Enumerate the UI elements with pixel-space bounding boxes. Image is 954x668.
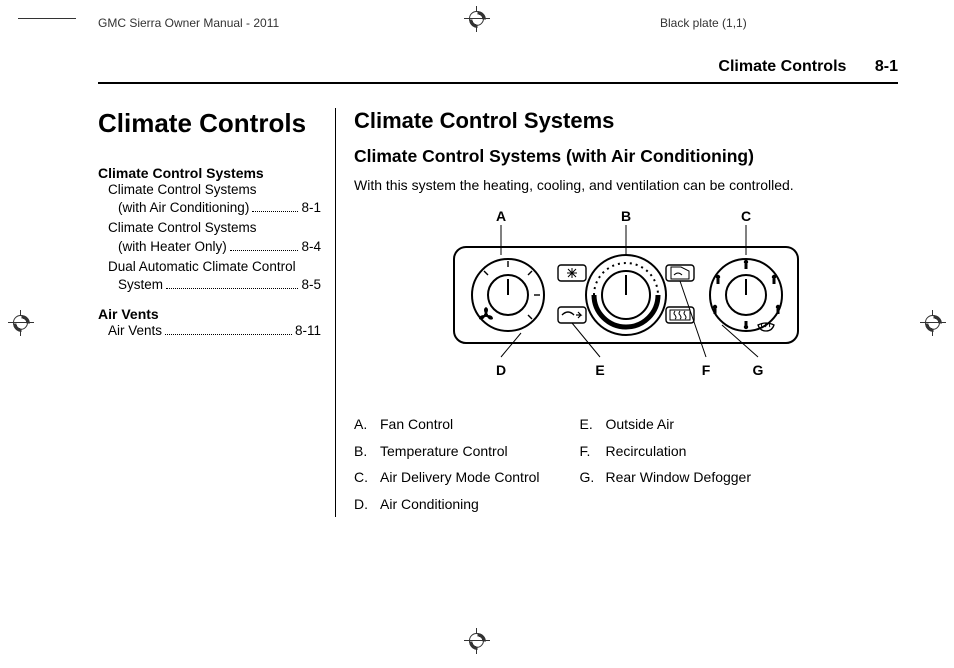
legend-letter: D. xyxy=(354,491,380,518)
callout-letter: B xyxy=(621,208,631,224)
legend-item: A.Fan Control xyxy=(354,411,540,438)
toc-page: 8-5 xyxy=(301,276,321,294)
legend-item: E.Outside Air xyxy=(580,411,752,438)
legend-text: Temperature Control xyxy=(380,438,508,465)
diagram-svg: A B C xyxy=(426,207,826,397)
toc-group-title: Air Vents xyxy=(98,306,321,322)
diagram-legend: A.Fan Control B.Temperature Control C.Ai… xyxy=(354,411,898,517)
legend-text: Recirculation xyxy=(606,438,687,465)
callout-letter: G xyxy=(753,362,764,378)
legend-letter: G. xyxy=(580,464,606,491)
callout-letter: D xyxy=(496,362,506,378)
legend-text: Rear Window Defogger xyxy=(606,464,752,491)
chapter-title: Climate Controls xyxy=(98,108,321,139)
legend-letter: B. xyxy=(354,438,380,465)
legend-item: F.Recirculation xyxy=(580,438,752,465)
ac-button-icon xyxy=(558,265,586,281)
registration-mark-icon xyxy=(464,628,490,654)
legend-item: G.Rear Window Defogger xyxy=(580,464,752,491)
legend-column: A.Fan Control B.Temperature Control C.Ai… xyxy=(354,411,540,517)
toc-label: (with Air Conditioning) xyxy=(118,199,249,217)
toc-label: System xyxy=(118,276,163,294)
climate-panel-diagram: A B C xyxy=(406,207,846,397)
callout-letter: E xyxy=(595,362,604,378)
mode-knob-icon xyxy=(710,259,782,331)
recirc-button-icon xyxy=(666,265,694,281)
fan-knob-icon xyxy=(472,259,544,331)
toc-entry: Dual Automatic Climate Control System 8-… xyxy=(98,258,321,294)
toc-group-title: Climate Control Systems xyxy=(98,165,321,181)
toc-label: Dual Automatic Climate Control xyxy=(108,258,321,276)
toc-page: 8-1 xyxy=(301,199,321,217)
registration-mark-icon xyxy=(920,310,946,336)
toc-label: Air Vents xyxy=(108,322,162,340)
legend-text: Fan Control xyxy=(380,411,453,438)
temperature-knob-icon xyxy=(586,255,666,335)
doc-title: GMC Sierra Owner Manual - 2011 xyxy=(98,16,279,30)
subsection-heading: Climate Control Systems (with Air Condit… xyxy=(354,146,898,167)
legend-letter: E. xyxy=(580,411,606,438)
registration-mark-icon xyxy=(464,6,490,32)
toc-page: 8-4 xyxy=(301,238,321,256)
toc-entry: Climate Control Systems (with Air Condit… xyxy=(98,181,321,217)
legend-item: C.Air Delivery Mode Control xyxy=(354,464,540,491)
toc-column: Climate Controls Climate Control Systems… xyxy=(98,108,336,517)
legend-item: D.Air Conditioning xyxy=(354,491,540,518)
toc-leader-dots xyxy=(165,325,292,336)
page-body: Climate Controls 8-1 Climate Controls Cl… xyxy=(98,58,898,517)
legend-text: Air Delivery Mode Control xyxy=(380,464,540,491)
callout-letter: C xyxy=(741,208,751,224)
running-head: Climate Controls 8-1 xyxy=(98,58,898,84)
running-head-page: 8-1 xyxy=(875,58,898,75)
running-head-section: Climate Controls xyxy=(718,58,846,75)
content-column: Climate Control Systems Climate Control … xyxy=(336,108,898,517)
toc-label: Climate Control Systems xyxy=(108,181,321,199)
legend-letter: F. xyxy=(580,438,606,465)
callout-letter: F xyxy=(702,362,711,378)
legend-letter: A. xyxy=(354,411,380,438)
registration-mark-icon xyxy=(8,310,34,336)
toc-leader-dots xyxy=(166,278,298,289)
crop-line xyxy=(18,18,76,19)
plate-label: Black plate (1,1) xyxy=(660,16,747,30)
outside-air-button-icon xyxy=(558,307,586,323)
legend-letter: C. xyxy=(354,464,380,491)
section-heading: Climate Control Systems xyxy=(354,108,898,134)
legend-item: B.Temperature Control xyxy=(354,438,540,465)
toc-entry: Air Vents 8-11 xyxy=(108,322,321,340)
toc-label: (with Heater Only) xyxy=(118,238,227,256)
toc-entry: Climate Control Systems (with Heater Onl… xyxy=(98,219,321,255)
toc-label: Climate Control Systems xyxy=(108,219,321,237)
legend-text: Outside Air xyxy=(606,411,674,438)
legend-column: E.Outside Air F.Recirculation G.Rear Win… xyxy=(580,411,752,517)
intro-paragraph: With this system the heating, cooling, a… xyxy=(354,177,898,193)
toc-page: 8-11 xyxy=(295,322,321,340)
toc-leader-dots xyxy=(230,240,299,251)
legend-text: Air Conditioning xyxy=(380,491,479,518)
callout-letter: A xyxy=(496,208,506,224)
toc-leader-dots xyxy=(252,201,298,212)
